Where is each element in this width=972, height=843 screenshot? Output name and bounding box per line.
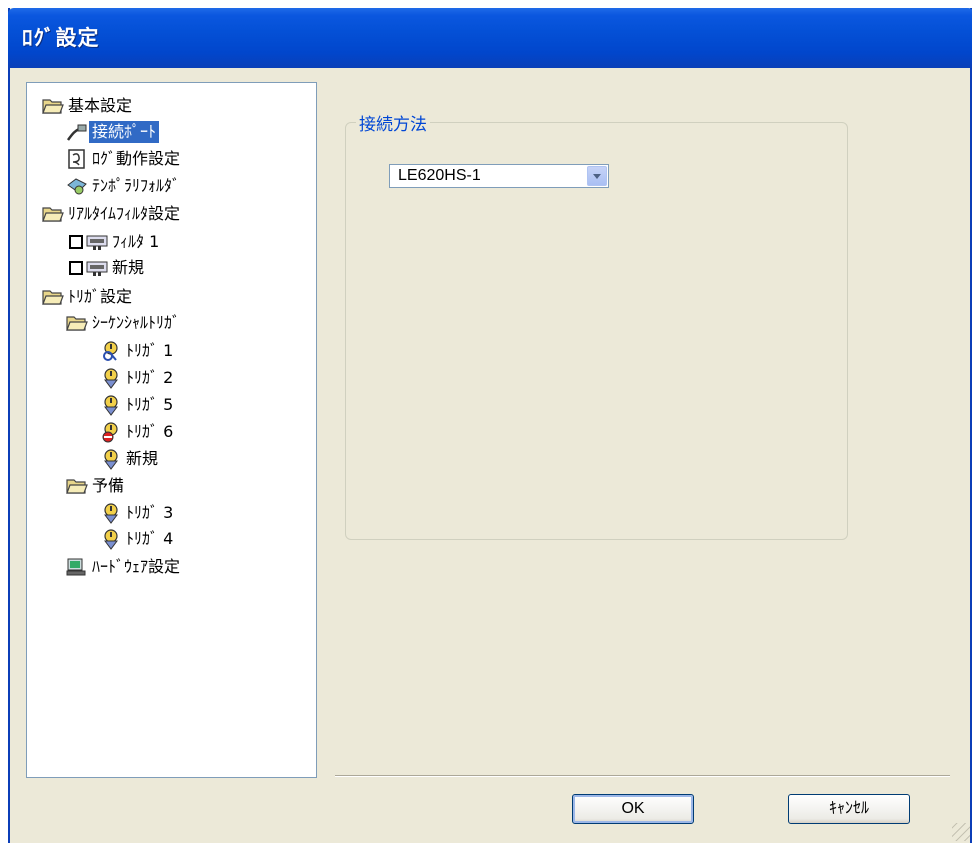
tree-item-label: ﾄﾘｶﾞ 3 xyxy=(126,503,174,522)
tree-item[interactable]: ﾄﾘｶﾞ 4 xyxy=(99,526,176,552)
tree-item[interactable]: ﾛｸﾞ動作設定 xyxy=(65,146,183,172)
tree-item-label: ﾄﾘｶﾞ 4 xyxy=(126,529,174,548)
folder-open-icon xyxy=(41,95,65,117)
tree-item-label: ﾄﾘｶﾞ 1 xyxy=(126,341,174,360)
tree-item-label: ﾃﾝﾎﾟﾗﾘﾌｫﾙﾀﾞ xyxy=(92,176,181,195)
tree-item-label: 新規 xyxy=(126,449,159,468)
trigger-icon xyxy=(99,394,123,416)
tree-item-label: ﾄﾘｶﾞ 6 xyxy=(126,422,174,441)
tree-item[interactable]: ﾘｱﾙﾀｲﾑﾌｨﾙﾀ設定 xyxy=(41,201,183,227)
tree-item[interactable]: ﾄﾘｶﾞ設定 xyxy=(41,284,135,310)
trigger-icon xyxy=(99,448,123,470)
filter-icon xyxy=(85,231,109,253)
hardware-icon xyxy=(65,556,89,578)
tree-item-label: 予備 xyxy=(92,476,125,495)
tree-item-label: ﾄﾘｶﾞ 2 xyxy=(126,368,174,387)
footer-divider xyxy=(335,775,950,777)
tree-checkbox[interactable] xyxy=(69,235,83,249)
port-icon xyxy=(65,121,89,143)
folder-open-icon xyxy=(65,312,89,334)
tree-item[interactable]: ﾄﾘｶﾞ 3 xyxy=(99,500,176,526)
tree-item-label: ﾄﾘｶﾞ 5 xyxy=(126,395,174,414)
tree-checkbox[interactable] xyxy=(69,261,83,275)
tree-item[interactable]: ﾃﾝﾎﾟﾗﾘﾌｫﾙﾀﾞ xyxy=(65,173,183,199)
tree-item-label: 新規 xyxy=(112,258,145,277)
tree-item[interactable]: 予備 xyxy=(65,473,127,499)
folder-open-icon xyxy=(65,475,89,497)
tree-item-label: ﾛｸﾞ動作設定 xyxy=(92,149,181,168)
tree-item-label: 基本設定 xyxy=(68,96,133,115)
tree-item[interactable]: 新規 xyxy=(69,255,147,281)
filter-icon xyxy=(85,257,109,279)
folder-open-icon xyxy=(41,286,65,308)
log-icon xyxy=(65,148,89,170)
tree-item[interactable]: ﾄﾘｶﾞ 1 xyxy=(99,338,176,364)
connection-method-value: LE620HS-1 xyxy=(398,167,481,184)
trigger-stop-icon xyxy=(99,421,123,443)
tree-item[interactable]: ｼｰｹﾝｼｬﾙﾄﾘｶﾞ xyxy=(65,310,183,336)
settings-tree[interactable]: 基本設定接続ﾎﾟｰﾄ ﾛｸﾞ動作設定 ﾃﾝﾎﾟﾗﾘﾌｫﾙﾀﾞ ﾘｱﾙﾀｲﾑﾌｨﾙﾀ設定… xyxy=(26,82,317,778)
tree-item-label: ﾄﾘｶﾞ設定 xyxy=(68,287,133,306)
resize-grip-icon[interactable] xyxy=(952,823,970,841)
chevron-down-icon[interactable] xyxy=(587,166,607,186)
trigger-icon xyxy=(99,502,123,524)
cancel-button[interactable]: ｷｬﾝｾﾙ xyxy=(788,794,910,824)
tree-item[interactable]: 基本設定 xyxy=(41,93,135,119)
tree-item[interactable]: 新規 xyxy=(99,446,161,472)
trigger-icon xyxy=(99,528,123,550)
trigger-cycle-icon xyxy=(99,340,123,362)
trigger-icon xyxy=(99,367,123,389)
tree-item[interactable]: ﾄﾘｶﾞ 5 xyxy=(99,392,176,418)
title-bar[interactable]: ﾛｸﾞ設定 xyxy=(8,8,972,68)
tree-item[interactable]: ﾌｨﾙﾀ 1 xyxy=(69,229,162,255)
tree-item-label: ﾌｨﾙﾀ 1 xyxy=(112,232,160,251)
folder-open-icon xyxy=(41,203,65,225)
tree-item[interactable]: ﾊｰﾄﾞｳｪｱ設定 xyxy=(65,554,183,580)
connection-method-select[interactable]: LE620HS-1 xyxy=(389,164,609,188)
window-title: ﾛｸﾞ設定 xyxy=(22,26,100,50)
tree-item-label: 接続ﾎﾟｰﾄ xyxy=(89,121,160,143)
tree-item-label: ｼｰｹﾝｼｬﾙﾄﾘｶﾞ xyxy=(92,313,181,332)
temp-folder-icon xyxy=(65,175,89,197)
tree-item[interactable]: 接続ﾎﾟｰﾄ xyxy=(65,119,160,145)
connection-method-label: 接続方法 xyxy=(356,110,430,135)
tree-item[interactable]: ﾄﾘｶﾞ 2 xyxy=(99,365,176,391)
tree-item-label: ﾘｱﾙﾀｲﾑﾌｨﾙﾀ設定 xyxy=(68,204,181,223)
tree-item[interactable]: ﾄﾘｶﾞ 6 xyxy=(99,419,176,445)
ok-button[interactable]: OK xyxy=(572,794,694,824)
tree-item-label: ﾊｰﾄﾞｳｪｱ設定 xyxy=(92,557,181,576)
